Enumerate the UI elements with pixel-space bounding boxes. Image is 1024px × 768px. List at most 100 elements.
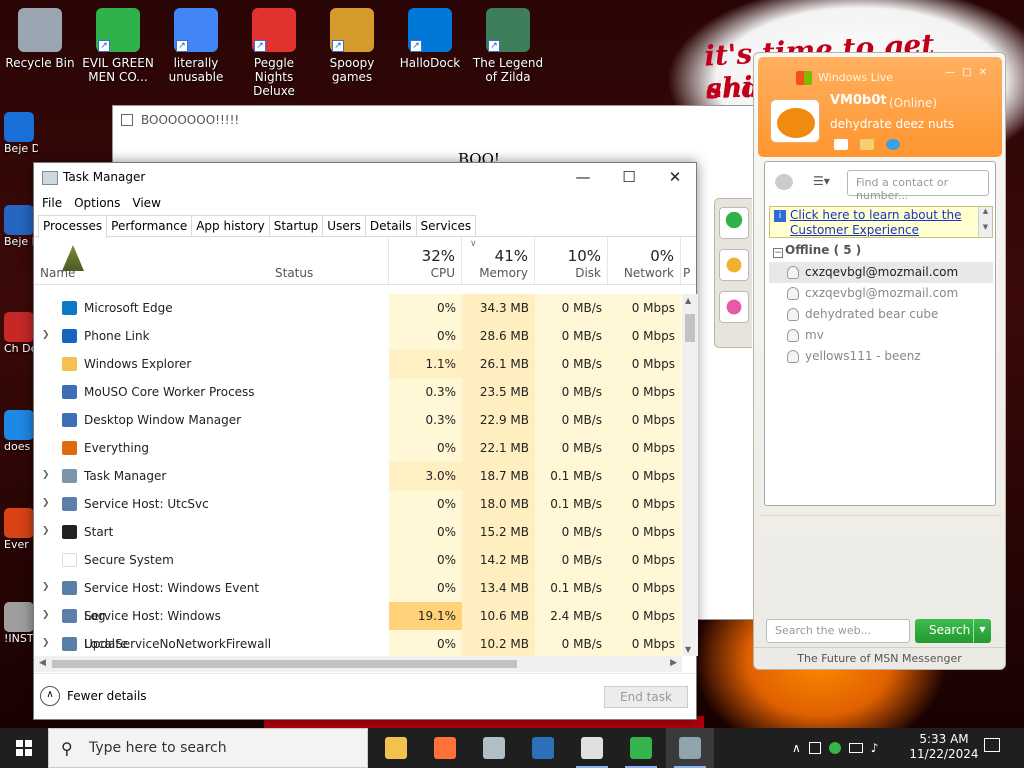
task-manager-window[interactable]: Task Manager — ☐ ✕ File Options View Proce… [33,162,698,720]
desktop-icon[interactable]: Beje De [4,112,38,155]
msn-tray-icon[interactable] [828,742,841,754]
contact-item[interactable]: cxzqevbgl@mozmail.com [769,283,993,304]
taskbar-app-file-explorer[interactable] [372,728,420,768]
customer-experience-link[interactable]: Click here to learn about the Customer E… [790,208,976,238]
taskbar-app-program-manager[interactable] [470,728,518,768]
table-row[interactable]: Microsoft Edge 0% 34.3 MB 0 MB/s 0 Mbps [34,294,682,322]
contact-search-input[interactable]: Find a contact or number... [847,170,989,202]
table-row[interactable]: MoUSO Core Worker Process 0.3% 23.5 MB 0 MB… [34,378,682,406]
taskbar-app-task-manager[interactable] [666,728,714,768]
taskbar-clock[interactable]: 5:33 AM 11/22/2024 [904,732,984,762]
horizontal-scroll-thumb[interactable] [52,660,517,668]
folder-icon[interactable] [860,139,874,150]
msn-messenger-window[interactable]: Windows Live —□✕ VM0b0t (Online) dehydra… [753,52,1006,670]
close-button[interactable]: ✕ [652,163,698,193]
tab-app-history[interactable]: App history [191,215,270,236]
contact-item[interactable]: mv [769,325,993,346]
web-search-input[interactable]: Search the web... [766,619,910,643]
table-row[interactable]: Secure System 0% 14.2 MB 0 MB/s 0 Mbps [34,546,682,574]
table-row[interactable]: ❯ Start 0% 15.2 MB 0 MB/s 0 Mbps [34,518,682,546]
flowers-tab-icon[interactable] [718,291,749,323]
table-row[interactable]: ❯ Task Manager 3.0% 18.7 MB 0.1 MB/s 0 Mbps [34,462,682,490]
scroll-right-icon[interactable]: ▶ [670,658,677,668]
task-manager-title: Task Manager [63,170,146,184]
contact-item[interactable]: yellows111 - beenz [769,346,993,367]
banner-scroll[interactable]: ▲ ▼ [978,207,992,237]
msn-status[interactable]: (Online) [889,96,937,110]
tab-details[interactable]: Details [364,215,417,236]
task-manager-titlebar[interactable]: Task Manager — ☐ ✕ [34,163,696,193]
msn-buddy-tab[interactable] [718,207,749,239]
end-task-button[interactable]: End task [604,686,688,708]
scroll-up-icon[interactable]: ▲ [685,296,691,305]
maximize-button[interactable]: ☐ [606,163,652,193]
contact-item[interactable]: cxzqevbgl@mozmail.com [769,262,993,283]
table-row[interactable]: ❯ Service Host: Windows Update 19.1% 10.6 M… [34,602,682,651]
chevron-down-icon[interactable]: ▼ [973,619,991,643]
column-status[interactable]: Status [269,237,389,285]
column-power[interactable]: P [681,237,696,285]
search-button[interactable]: Search ▼ [915,619,991,643]
menu-item-file[interactable]: File [40,193,68,215]
mail-icon[interactable] [834,139,848,150]
table-row[interactable]: ❯ Service Host: Windows Event Log 0% 13.4 M… [34,574,682,623]
vertical-scrollbar[interactable]: ▲ ▼ [682,294,698,656]
start-button[interactable] [0,728,48,768]
column-memory[interactable]: ∨ 41% Memory [462,237,535,285]
boo-window-titlebar[interactable]: BOOOOOOO!!!!! [113,106,756,134]
taskbar-search[interactable]: ⚲ Type here to search [48,728,368,768]
msn-window-buttons[interactable]: —□✕ [945,67,994,78]
list-options-icon[interactable]: ☰▾ [813,174,830,188]
offline-group-header[interactable]: − Offline ( 5 ) [773,243,861,258]
minimize-button[interactable]: — [560,163,606,193]
table-row[interactable]: ❯ Phone Link 0% 28.6 MB 0 MB/s 0 Mbps [34,322,682,350]
desktop-icon[interactable]: ↗ HalloDock [392,8,468,70]
process-cpu: 19.1% [389,602,462,630]
horizontal-scrollbar[interactable]: ◀ ▶ [34,656,682,672]
column-network[interactable]: 0% Network [608,237,681,285]
offline-person-icon [787,287,799,300]
taskbar-app-virtualbox[interactable] [519,728,567,768]
tab-users[interactable]: Users [322,215,366,236]
scroll-left-icon[interactable]: ◀ [39,658,46,668]
vertical-scroll-thumb[interactable] [685,314,695,342]
table-row[interactable]: Desktop Window Manager 0.3% 22.9 MB 0 MB/s 0… [34,406,682,434]
msn-side-tabs [714,198,752,348]
desktop-icon[interactable]: ↗ literally unusable [158,8,234,84]
tab-services[interactable]: Services [415,215,477,236]
avatar[interactable] [770,99,820,143]
taskbar-app-window-app[interactable] [568,728,616,768]
contact-item[interactable]: dehydrated bear cube [769,304,993,325]
desktop-icon[interactable]: ↗ EVIL GREEN MEN CO... [80,8,156,84]
fewer-details-button[interactable]: ∧ Fewer details [40,686,147,706]
table-row[interactable]: ❯LocalServiceNoNetworkFirewall ...0%10.2… [34,630,682,656]
desktop-icon[interactable]: Recycle Bin [2,8,78,70]
tab-startup[interactable]: Startup [268,215,324,236]
notification-icon[interactable] [984,738,1000,752]
table-row[interactable]: ❯ Service Host: UtcSvc 0% 18.0 MB 0.1 MB/s 0 … [34,490,682,518]
tab-performance[interactable]: Performance [106,215,193,236]
menu-item-options[interactable]: Options [72,193,126,215]
desktop-icon[interactable]: ↗ Peggle Nights Deluxe [236,8,312,98]
tab-processes[interactable]: Processes [38,215,108,238]
scroll-down-icon[interactable]: ▼ [685,645,691,654]
personal-message[interactable]: dehydrate deez nuts [830,117,954,131]
column-cpu[interactable]: 32% CPU [389,237,462,285]
taskbar-app-firefox[interactable] [421,728,469,768]
msn-username[interactable]: VM0b0t [830,93,887,108]
table-row[interactable]: Everything 0% 22.1 MB 0 MB/s 0 Mbps [34,434,682,462]
bell-tab-icon[interactable] [718,249,749,281]
table-row[interactable]: Windows Explorer 1.1% 26.1 MB 0 MB/s 0 Mbps [34,350,682,378]
network-icon[interactable] [848,743,863,753]
desktop-icon[interactable]: ↗ The Legend of Zilda [470,8,546,84]
device-icon[interactable] [808,742,821,754]
desktop-icon[interactable]: ↗ Spoopy games [314,8,390,84]
add-contact-icon[interactable] [775,174,793,190]
column-disk[interactable]: 10% Disk [535,237,608,285]
taskbar-app-msn-messenger[interactable] [617,728,665,768]
chevron-up-icon[interactable]: ∧ [792,741,801,755]
column-name[interactable]: Name [34,237,269,285]
menu-item-view[interactable]: View [130,193,166,215]
volume-icon[interactable]: ♪ [871,741,879,755]
msn-today-icon[interactable] [886,139,900,150]
